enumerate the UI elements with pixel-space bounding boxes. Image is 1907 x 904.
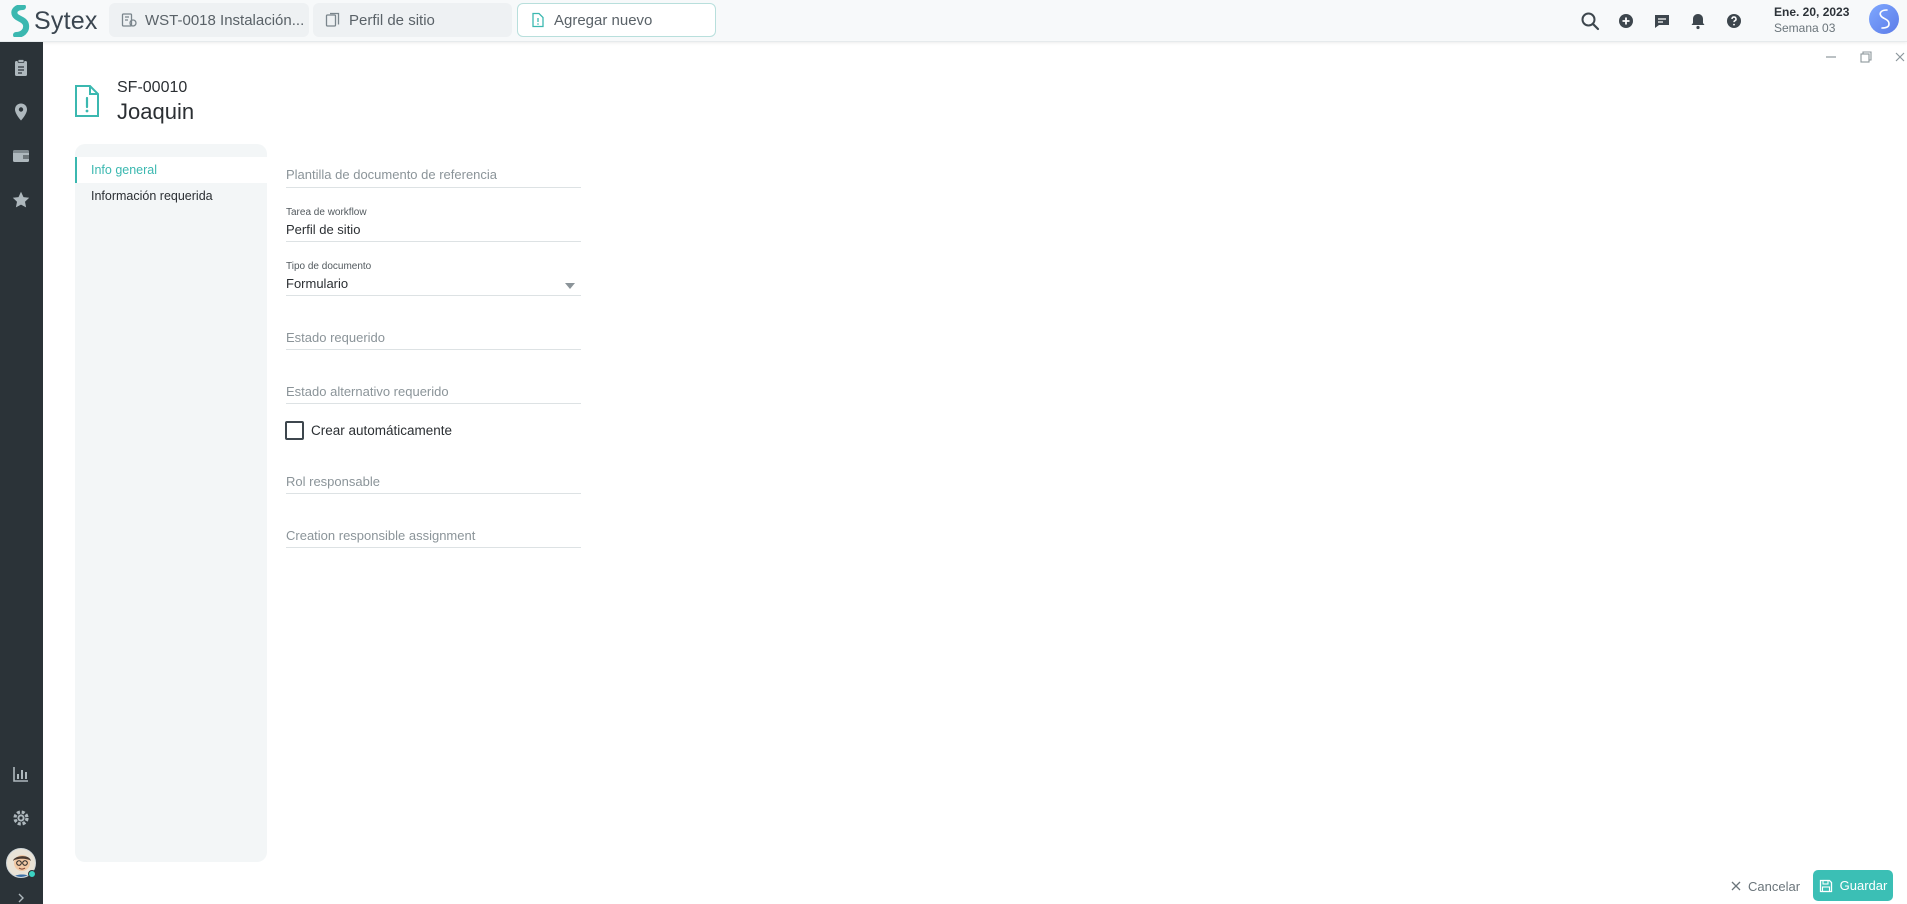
document-code: SF-00010	[117, 79, 188, 96]
close-icon[interactable]	[1893, 50, 1907, 64]
auto-create-row: Crear automáticamente	[285, 420, 452, 440]
user-avatar[interactable]	[1869, 4, 1899, 34]
tab-work-order[interactable]: WST-0018 Instalación...	[109, 3, 309, 37]
main-sidebar	[0, 42, 43, 904]
document-type-value: Formulario	[286, 276, 349, 291]
add-circle-icon[interactable]	[1616, 11, 1636, 31]
tab-label: WST-0018 Instalación...	[145, 11, 305, 29]
clipboard-icon[interactable]	[11, 58, 31, 78]
reference-template-placeholder: Plantilla de documento de referencia	[286, 167, 498, 182]
save-icon	[1819, 879, 1832, 892]
workflow-icon	[121, 13, 137, 27]
tab-site-profile[interactable]: Perfil de sitio	[313, 3, 512, 37]
tab-label: Agregar nuevo	[554, 11, 653, 29]
org-logo-icon	[1879, 9, 1890, 29]
sytex-logo-icon	[11, 5, 30, 37]
top-bar: Sytex WST-0018 Instalación... Perfil de …	[0, 0, 1907, 42]
cancel-label: Cancelar	[1748, 878, 1801, 894]
responsible-role-placeholder: Rol responsable	[286, 474, 380, 489]
auto-create-checkbox[interactable]	[285, 420, 304, 440]
workflow-task-value: Perfil de sitio	[286, 222, 361, 237]
save-button[interactable]: Guardar	[1813, 870, 1893, 901]
document-title: Joaquin	[117, 99, 195, 124]
current-date: Ene. 20, 2023	[1774, 5, 1850, 19]
restore-window-icon[interactable]	[1859, 50, 1873, 64]
caret-down-icon[interactable]	[565, 283, 575, 289]
minimize-icon[interactable]	[1824, 50, 1838, 64]
current-week: Semana 03	[1774, 21, 1836, 35]
close-icon	[1731, 881, 1741, 891]
tab-add-new[interactable]: Agregar nuevo	[517, 3, 716, 37]
help-icon[interactable]	[1724, 11, 1744, 31]
required-state-placeholder: Estado requerido	[286, 330, 386, 345]
reference-template-field[interactable]: Plantilla de documento de referencia	[286, 167, 581, 188]
brand-name: Sytex	[34, 6, 98, 35]
required-state-field[interactable]: Estado requerido	[286, 330, 581, 350]
gear-icon[interactable]	[11, 808, 31, 828]
app-root: Sytex WST-0018 Instalación... Perfil de …	[0, 0, 1907, 904]
creation-assignment-placeholder: Creation responsible assignment	[286, 528, 476, 543]
workflow-task-label: Tarea de workflow	[286, 207, 367, 218]
cancel-button[interactable]: Cancelar	[1730, 874, 1800, 898]
bar-chart-icon[interactable]	[11, 764, 31, 784]
location-pin-icon[interactable]	[11, 102, 31, 122]
document-icon	[532, 12, 544, 28]
brand-logo[interactable]: Sytex	[10, 5, 98, 37]
document-type-select[interactable]: Tipo de documento Formulario	[286, 261, 581, 296]
wallet-icon[interactable]	[11, 146, 31, 166]
top-actions	[1580, 0, 1744, 42]
documents-icon	[325, 12, 340, 27]
creation-assignment-field[interactable]: Creation responsible assignment	[286, 528, 581, 548]
chevron-right-icon[interactable]	[15, 892, 27, 904]
tab-label: Perfil de sitio	[349, 11, 435, 29]
star-icon[interactable]	[11, 190, 31, 210]
nav-info-general[interactable]: Info general	[75, 157, 267, 183]
chat-icon[interactable]	[1652, 11, 1672, 31]
section-nav: Info general Información requerida	[75, 144, 267, 862]
save-label: Guardar	[1839, 878, 1888, 893]
document-alert-icon	[75, 85, 99, 117]
workflow-task-field[interactable]: Tarea de workflow Perfil de sitio	[286, 207, 581, 242]
document-type-label: Tipo de documento	[286, 261, 372, 272]
online-status-dot	[28, 870, 36, 878]
alt-required-state-field[interactable]: Estado alternativo requerido	[286, 384, 581, 404]
nav-required-info[interactable]: Información requerida	[75, 183, 267, 209]
auto-create-label[interactable]: Crear automáticamente	[311, 423, 452, 438]
bell-icon[interactable]	[1688, 11, 1708, 31]
responsible-role-field[interactable]: Rol responsable	[286, 474, 581, 494]
search-icon[interactable]	[1580, 11, 1600, 31]
alt-required-state-placeholder: Estado alternativo requerido	[286, 384, 449, 399]
date-display: Ene. 20, 2023 Semana 03	[1774, 4, 1849, 36]
